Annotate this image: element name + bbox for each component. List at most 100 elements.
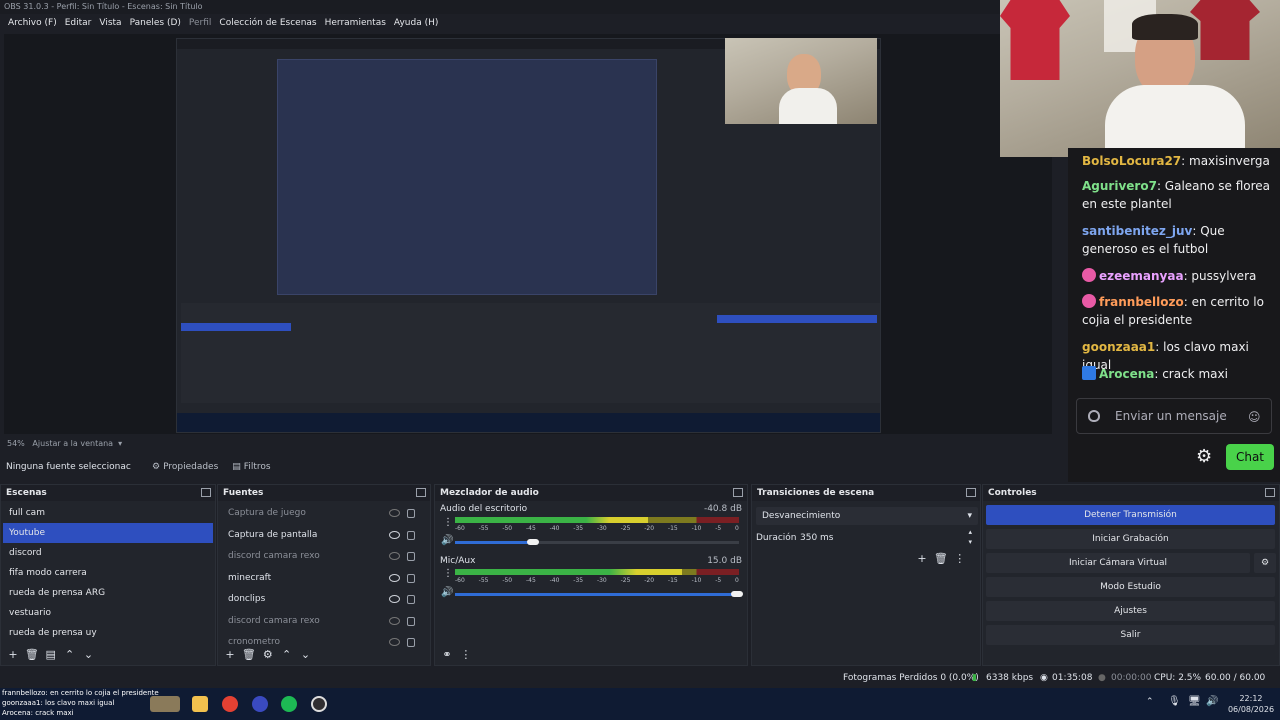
emote-icon[interactable]: ☺	[1248, 410, 1261, 424]
volume-slider-handle[interactable]	[731, 591, 743, 597]
add-icon[interactable]: +	[222, 647, 238, 663]
menu-view[interactable]: Vista	[95, 14, 125, 32]
filters-button[interactable]: Filtros	[244, 462, 271, 472]
app-icon[interactable]	[252, 696, 268, 712]
kebab-icon[interactable]: ⋮	[952, 551, 968, 567]
kebab-icon[interactable]: ⋮	[443, 568, 453, 579]
lock-icon[interactable]	[407, 616, 415, 626]
menu-profile[interactable]: Perfil	[185, 14, 216, 32]
eye-icon[interactable]	[389, 573, 400, 582]
chat-input[interactable]: Enviar un mensaje	[1076, 398, 1272, 434]
undock-icon[interactable]	[733, 488, 743, 497]
volume-meter-level	[455, 569, 683, 575]
trash-icon[interactable]: 🗑	[24, 647, 40, 663]
obs-icon[interactable]	[311, 696, 327, 712]
start-recording-button[interactable]: Iniciar Grabación	[986, 529, 1275, 549]
exit-button[interactable]: Salir	[986, 625, 1275, 645]
menu-tools[interactable]: Herramientas	[321, 14, 390, 32]
source-item[interactable]: donclips	[220, 589, 428, 611]
eye-off-icon[interactable]	[389, 552, 400, 560]
speaker-icon[interactable]: 🔊	[1206, 696, 1218, 707]
gear-icon[interactable]: ⚙	[152, 462, 160, 472]
chrome-icon[interactable]	[222, 696, 238, 712]
kebab-icon[interactable]: ⋮	[458, 647, 474, 663]
arrow-up-icon[interactable]: ⌃	[279, 647, 295, 663]
undock-icon[interactable]	[416, 488, 426, 497]
spotify-icon[interactable]	[281, 696, 297, 712]
kebab-icon[interactable]: ⋮	[443, 517, 453, 528]
lock-icon[interactable]	[407, 573, 415, 583]
stepper-icon[interactable]: ▴ ▾	[968, 527, 972, 547]
lock-icon[interactable]	[407, 509, 415, 518]
scene-item[interactable]: rueda de prensa uy	[3, 623, 213, 643]
gear-icon[interactable]: ⚙	[1196, 446, 1212, 467]
speaker-icon[interactable]: 🔊	[441, 535, 453, 546]
clock-date[interactable]: 06/08/2026	[1226, 704, 1276, 715]
add-icon[interactable]: +	[5, 647, 21, 663]
source-item[interactable]: cronometro	[220, 632, 428, 647]
menu-scene-collection[interactable]: Colección de Escenas	[215, 14, 320, 32]
eye-off-icon[interactable]	[389, 616, 400, 625]
menu-help[interactable]: Ayuda (H)	[390, 14, 442, 32]
meter-ticks: -60 -55 -50 -45 -40 -35 -30 -25 -20 -15 -10 -5 0	[455, 525, 739, 532]
scene-item[interactable]: full cam	[3, 503, 213, 523]
filter-icon[interactable]: ▤	[232, 462, 241, 472]
chevron-up-icon[interactable]: ⌃	[1146, 697, 1154, 707]
widget-icon[interactable]	[150, 696, 180, 712]
source-item[interactable]: discord camara rexo	[220, 546, 428, 568]
network-icon[interactable]: 🖥	[1188, 696, 1201, 707]
arrow-up-icon[interactable]: ⌃	[62, 647, 78, 663]
eye-icon[interactable]	[389, 530, 400, 539]
lock-icon[interactable]	[407, 638, 415, 647]
shield-icon[interactable]	[1088, 410, 1100, 422]
lock-icon[interactable]	[407, 552, 415, 561]
volume-slider-handle[interactable]	[526, 539, 539, 545]
stop-streaming-button[interactable]: Detener Transmisión	[986, 505, 1275, 525]
undock-icon[interactable]	[966, 488, 976, 497]
menu-file[interactable]: Archivo (F)	[4, 14, 61, 32]
undock-icon[interactable]	[201, 488, 211, 497]
arrow-down-icon[interactable]: ⌄	[81, 647, 97, 663]
trash-icon[interactable]: 🗑	[241, 647, 257, 663]
settings-button[interactable]: Ajustes	[986, 601, 1275, 621]
eye-icon[interactable]	[389, 595, 400, 603]
menu-edit[interactable]: Editar	[61, 14, 96, 32]
clock-time[interactable]: 22:12	[1226, 693, 1276, 704]
add-icon[interactable]: +	[914, 551, 930, 567]
speaker-icon[interactable]: 🔊	[441, 587, 453, 598]
scene-item[interactable]: fifa modo carrera	[3, 563, 213, 583]
eye-off-icon[interactable]	[389, 638, 400, 646]
arrow-down-icon[interactable]: ⌄	[298, 647, 314, 663]
trash-icon[interactable]: 🗑	[933, 551, 949, 567]
folder-icon[interactable]	[192, 696, 208, 712]
source-item[interactable]: discord camara rexo	[220, 611, 428, 633]
scene-item[interactable]: vestuario	[3, 603, 213, 623]
eye-off-icon[interactable]	[389, 509, 400, 517]
cpu-usage: CPU: 2.5%	[1154, 673, 1202, 683]
overlay-chat-line: Arocena: crack maxi	[2, 709, 74, 717]
scene-item[interactable]: Youtube	[3, 523, 213, 543]
gear-icon[interactable]: ⚙	[1254, 553, 1276, 573]
undock-icon[interactable]	[1265, 488, 1275, 497]
scene-item[interactable]: rueda de prensa ARG	[3, 583, 213, 603]
microphone-icon[interactable]: 🎙	[1168, 696, 1181, 707]
start-virtual-camera-button[interactable]: Iniciar Cámara Virtual	[986, 553, 1250, 573]
chat-send-button[interactable]: Chat	[1226, 444, 1274, 470]
menu-docks[interactable]: Paneles (D)	[126, 14, 185, 32]
transition-select[interactable]: Desvanecimiento ▾	[756, 507, 978, 525]
source-item[interactable]: Captura de pantalla	[220, 525, 428, 547]
link-icon[interactable]: ⚭	[439, 647, 455, 663]
scene-item[interactable]: discord	[3, 543, 213, 563]
lock-icon[interactable]	[407, 530, 415, 540]
filter-icon[interactable]: ▤	[43, 647, 59, 663]
lock-icon[interactable]	[407, 595, 415, 604]
properties-button[interactable]: Propiedades	[163, 462, 218, 472]
gear-icon[interactable]: ⚙	[260, 647, 276, 663]
duration-field[interactable]: 350 ms ▴ ▾	[796, 527, 978, 547]
source-item[interactable]: Captura de juego	[220, 503, 428, 525]
source-item[interactable]: minecraft	[220, 568, 428, 590]
meter-tick-label: -60	[455, 577, 465, 584]
chevron-down-icon[interactable]: ▾	[118, 439, 122, 448]
fit-dropdown[interactable]: Ajustar a la ventana	[32, 439, 113, 448]
studio-mode-button[interactable]: Modo Estudio	[986, 577, 1275, 597]
